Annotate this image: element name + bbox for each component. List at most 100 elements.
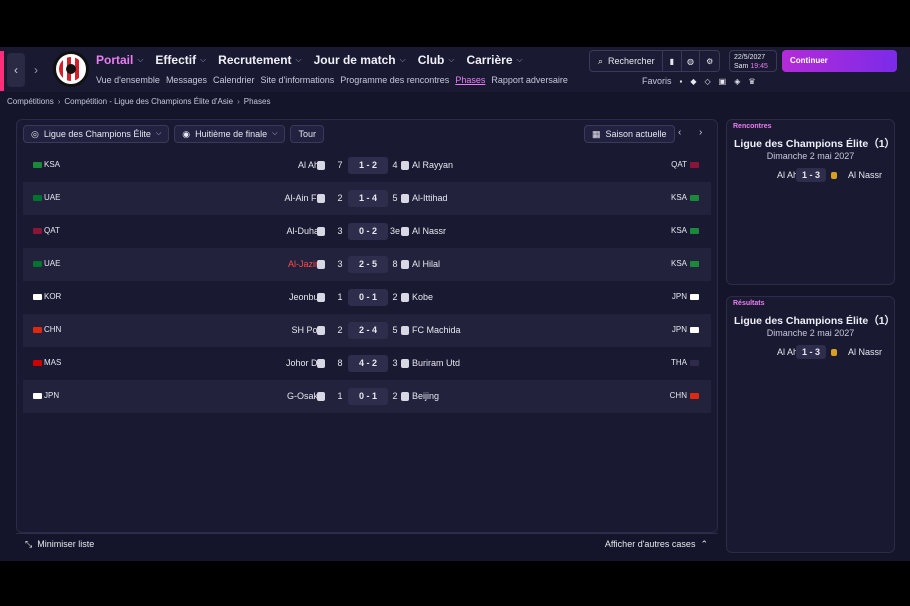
back-button[interactable]: ‹ [7,53,25,87]
subnav-messages[interactable]: Messages [166,75,207,85]
tactics-icon[interactable]: ▣ [719,77,727,86]
collapse-icon: ⤡ [25,539,33,549]
match-score: 1 - 3 [796,168,826,182]
prev-arrow-icon[interactable]: ‹ [678,127,681,138]
match-score[interactable]: 0 - 1 [348,388,388,405]
crest-icon [401,392,409,401]
trophy-icon[interactable]: ♛ [748,77,755,86]
date-text: 22/5/2027 [734,54,766,61]
crumb-competitions[interactable]: Compétitions [7,97,54,106]
match-score[interactable]: 0 - 2 [348,223,388,240]
fixture-row[interactable]: UAE Al-Jazira 3 2 - 5 8 Al Hilal KSA [23,248,711,281]
continue-button[interactable]: Continuer [782,50,897,72]
match-score: 1 - 3 [796,345,826,359]
tour-button[interactable]: Tour [290,125,324,143]
nav-jour-de-match[interactable]: Jour de match ⌵ [314,53,406,67]
crumb-competition[interactable]: Compétition - Ligue des Champions Élite … [64,97,233,106]
crest-icon [317,194,325,203]
crest-icon [317,293,325,302]
nav-carriere[interactable]: Carrière ⌵ [466,53,522,67]
nav-recrutement[interactable]: Recrutement ⌵ [218,53,301,67]
home-country-code: UAE [44,193,61,202]
bottom-bar: ⤡ Minimiser liste Afficher d'autres cases… [16,533,718,553]
match-score[interactable]: 4 - 2 [348,355,388,372]
sub-nav: Vue d'ensemble Messages Calendrier Site … [96,75,568,85]
competition-title[interactable]: Ligue des Champions Élite（1） [730,313,895,328]
fixture-row[interactable]: KSA Al Ahli 7 1 - 2 4 Al Rayyan QAT [23,149,711,182]
away-team[interactable]: Beijing [412,391,439,401]
nav-club[interactable]: Club ⌵ [418,53,455,67]
away-team[interactable]: Al Nassr [412,226,446,236]
subnav-rapport-adversaire[interactable]: Rapport adversaire [491,75,568,85]
fixture-row[interactable]: MAS Johor DT 8 4 - 2 3 Buriram Utd THA [23,347,711,380]
away-team[interactable]: FC Machida [412,325,461,335]
flag-icon [690,261,699,267]
subnav-programme[interactable]: Programme des rencontres [340,75,449,85]
globe-icon[interactable]: ◍ [682,51,701,71]
match-score[interactable]: 2 - 5 [348,256,388,273]
shirt-icon[interactable]: ◇ [705,77,711,86]
shield-icon[interactable]: ◈ [734,77,740,86]
subnav-vue-ensemble[interactable]: Vue d'ensemble [96,75,160,85]
away-aggregate: 5 [392,325,398,335]
away-team[interactable]: Buriram Utd [412,358,460,368]
shirt-icon[interactable]: ◆ [690,77,696,86]
away-team[interactable]: Kobe [412,292,433,302]
panel-title: Rencontres [733,123,772,130]
away-team[interactable]: Al-Ittihad [412,193,448,203]
fixture-row[interactable]: QAT Al-Duhail 3 0 - 2 3e Al Nassr KSA [23,215,711,248]
match-score[interactable]: 1 - 2 [348,157,388,174]
show-more-boxes-button[interactable]: Afficher d'autres cases ⌃ [605,539,708,550]
top-header: ‹ › Portail ⌵ Effectif ⌵ Recrutement ⌵ Jour… [0,47,910,92]
favorites-label[interactable]: Favoris [642,76,672,86]
bookmark-icon[interactable]: ▮ [663,51,682,71]
subnav-calendrier[interactable]: Calendrier [213,75,255,85]
home-country-code: KOR [44,292,62,301]
nav-portail[interactable]: Portail ⌵ [96,53,143,67]
chevron-down-icon: ⌵ [200,55,207,64]
away-team: Al Nassr [848,170,883,180]
flag-icon [690,294,699,300]
match-row[interactable]: Al Ahli 1 - 3 Al Nassr [727,345,894,361]
competition-dropdown[interactable]: ◎ Ligue des Champions Élite ⌵ [23,125,170,143]
crest-icon [317,227,325,236]
gear-icon[interactable]: ⚙ [700,51,719,71]
fixtures-panel: ◎ Ligue des Champions Élite ⌵ ◉ Huitième de… [16,119,718,533]
away-aggregate: 5 [392,193,398,203]
match-score[interactable]: 0 - 1 [348,289,388,306]
match-score[interactable]: 2 - 4 [348,322,388,339]
subnav-site-informations[interactable]: Site d'informations [261,75,335,85]
crest-icon [831,172,837,179]
club-logo[interactable] [53,51,89,87]
round-dropdown[interactable]: ◉ Huitième de finale ⌵ [174,125,286,143]
away-country-code: CHN [669,391,687,400]
breadcrumb: Compétitions › Compétition - Ligue des Ch… [7,97,270,106]
forward-button[interactable]: › [27,53,45,87]
nav-effectif[interactable]: Effectif ⌵ [155,53,206,67]
match-score[interactable]: 1 - 4 [348,190,388,207]
match-date: Dimanche 2 mai 2027 [766,328,855,338]
chat-icon[interactable]: ▪ [680,77,683,86]
away-team[interactable]: Al Rayyan [412,160,453,170]
chevron-down-icon: ⌵ [155,130,162,137]
minimize-list-button[interactable]: ⤡ Minimiser liste [25,539,94,550]
season-button[interactable]: ▦ Saison actuelle [584,125,675,143]
match-row[interactable]: Al Ahli 1 - 3 Al Nassr [727,168,894,184]
flag-icon [690,195,699,201]
fixture-row[interactable]: UAE Al-Ain FC 2 1 - 4 5 Al-Ittihad KSA [23,182,711,215]
away-country-code: KSA [670,193,687,202]
next-arrow-icon[interactable]: › [699,127,702,138]
flag-icon [33,360,42,366]
fixture-row[interactable]: JPN G-Osaka 1 0 - 1 2 Beijing CHN [23,380,711,413]
upcoming-panel: Rencontres Ligue des Champions Élite（1） … [726,119,895,285]
subnav-phases[interactable]: Phases [455,75,485,85]
chevron-right-icon: › [57,97,61,106]
crest-icon [317,359,325,368]
competition-title[interactable]: Ligue des Champions Élite（1） [730,136,895,151]
away-team[interactable]: Al Hilal [412,259,440,269]
search-button[interactable]: ⌕ Rechercher [590,51,663,71]
fixture-row[interactable]: CHN SH Port 2 2 - 4 5 FC Machida JPN [23,314,711,347]
eye-icon: ◉ [182,128,191,139]
home-country-code: CHN [44,325,62,334]
fixture-row[interactable]: KOR Jeonbuk 1 0 - 1 2 Kobe JPN [23,281,711,314]
